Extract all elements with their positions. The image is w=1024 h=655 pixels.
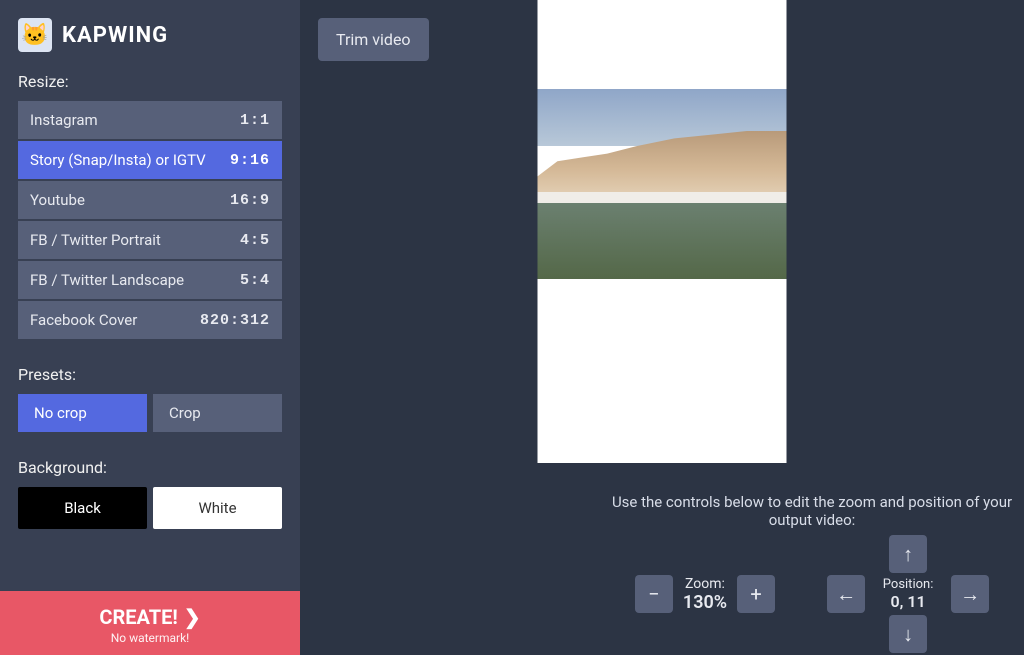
zoom-value: 130% <box>683 592 727 613</box>
video-canvas[interactable] <box>538 0 787 463</box>
position-label: Position: <box>883 577 934 592</box>
ratio-value: 5:4 <box>240 272 270 289</box>
background-black[interactable]: Black <box>18 487 147 529</box>
position-controls: ↑ ← Position: 0, 11 → ↓ <box>827 535 989 653</box>
ratio-instagram[interactable]: Instagram 1:1 <box>18 101 282 139</box>
create-button[interactable]: CREATE! ❯ No watermark! <box>0 591 300 655</box>
background-label: Background: <box>18 458 282 477</box>
preset-crop[interactable]: Crop <box>153 394 282 432</box>
ratio-value: 16:9 <box>230 192 270 209</box>
position-right-button[interactable]: → <box>951 575 989 613</box>
cat-icon: 🐱 <box>21 23 48 48</box>
ratio-value: 9:16 <box>230 152 270 169</box>
arrow-up-icon: ↑ <box>903 542 913 567</box>
background-options: Black White <box>18 487 282 529</box>
position-readout: Position: 0, 11 <box>883 577 934 611</box>
background-white[interactable]: White <box>153 487 282 529</box>
sidebar: 🐱 KAPWING Resize: Instagram 1:1 Story (S… <box>0 0 300 655</box>
ratio-label: Youtube <box>30 191 85 209</box>
zoom-in-button[interactable]: + <box>737 575 775 613</box>
arrow-down-icon: ↓ <box>903 622 913 647</box>
trim-video-button[interactable]: Trim video <box>318 18 429 61</box>
ratio-fb-twitter-portrait[interactable]: FB / Twitter Portrait 4:5 <box>18 221 282 259</box>
presets-label: Presets: <box>18 365 282 384</box>
logo-icon: 🐱 <box>18 18 52 52</box>
resize-options: Instagram 1:1 Story (Snap/Insta) or IGTV… <box>18 101 282 339</box>
ratio-label: FB / Twitter Landscape <box>30 271 184 289</box>
minus-icon: − <box>648 582 659 606</box>
water-region <box>538 203 787 279</box>
position-up-button[interactable]: ↑ <box>889 535 927 573</box>
ratio-fb-twitter-landscape[interactable]: FB / Twitter Landscape 5:4 <box>18 261 282 299</box>
hint-text: Use the controls below to edit the zoom … <box>600 493 1024 529</box>
create-main-row: CREATE! ❯ <box>99 605 200 629</box>
zoom-readout: Zoom: 130% <box>683 576 727 613</box>
ratio-facebook-cover[interactable]: Facebook Cover 820:312 <box>18 301 282 339</box>
plus-icon: + <box>750 582 761 606</box>
arrow-right-icon: → <box>960 582 980 607</box>
resize-label: Resize: <box>18 72 282 91</box>
ratio-label: Instagram <box>30 111 98 129</box>
ratio-label: Facebook Cover <box>30 311 137 329</box>
chevron-right-icon: ❯ <box>184 605 201 629</box>
ratio-label: Story (Snap/Insta) or IGTV <box>30 151 206 169</box>
preset-no-crop[interactable]: No crop <box>18 394 147 432</box>
position-left-button[interactable]: ← <box>827 575 865 613</box>
zoom-out-button[interactable]: − <box>635 575 673 613</box>
ratio-value: 4:5 <box>240 232 270 249</box>
create-subtitle: No watermark! <box>0 631 300 645</box>
app-name: KAPWING <box>62 23 168 48</box>
zoom-controls: − Zoom: 130% + <box>635 575 775 613</box>
main: Trim video Use the controls below to edi… <box>300 0 1024 655</box>
ratio-youtube[interactable]: Youtube 16:9 <box>18 181 282 219</box>
create-label: CREATE! <box>99 605 177 629</box>
arrow-left-icon: ← <box>836 582 856 607</box>
logo[interactable]: 🐱 KAPWING <box>18 18 282 52</box>
ratio-value: 1:1 <box>240 112 270 129</box>
zoom-label: Zoom: <box>683 576 727 592</box>
preset-options: No crop Crop <box>18 394 282 432</box>
ratio-story-igtv[interactable]: Story (Snap/Insta) or IGTV 9:16 <box>18 141 282 179</box>
position-value: 0, 11 <box>883 592 934 611</box>
position-down-button[interactable]: ↓ <box>889 615 927 653</box>
ratio-label: FB / Twitter Portrait <box>30 231 161 249</box>
ratio-value: 820:312 <box>200 312 270 329</box>
controls: − Zoom: 130% + ↑ ← Position: 0, 11 → ↓ <box>600 535 1024 653</box>
video-frame <box>538 89 787 279</box>
